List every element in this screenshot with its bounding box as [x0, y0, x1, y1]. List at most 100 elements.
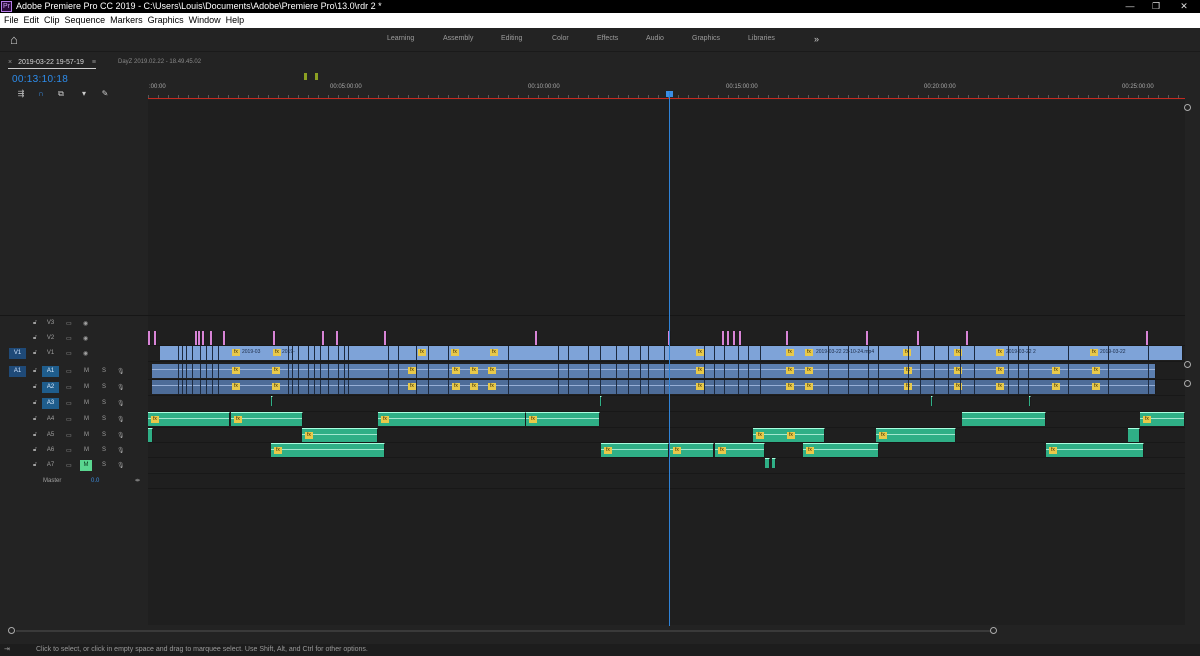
clip-edit-point[interactable]: [178, 364, 179, 378]
clip-edit-point[interactable]: [388, 364, 389, 378]
menu-markers[interactable]: Markers: [110, 13, 143, 28]
clip-edit-point[interactable]: [974, 346, 975, 360]
clip-edit-point[interactable]: [320, 346, 321, 360]
clip-edit-point[interactable]: [828, 346, 829, 360]
lock-icon[interactable]: 🔓︎: [33, 350, 37, 357]
track-a4[interactable]: fx fx fx fx fx: [148, 412, 1185, 428]
voiceover-mic-icon[interactable]: 🎙︎: [117, 384, 125, 391]
clip-edit-point[interactable]: [508, 346, 509, 360]
clip-edit-point[interactable]: [182, 346, 183, 360]
clip-edit-point[interactable]: [1108, 364, 1109, 378]
video-clip[interactable]: [866, 331, 869, 345]
audio-clip[interactable]: fx: [148, 412, 230, 426]
workspace-tab-color[interactable]: Color: [552, 35, 569, 42]
clip-edit-point[interactable]: [640, 346, 641, 360]
clip-edit-point[interactable]: [200, 364, 201, 378]
audio-clip[interactable]: fx fx fx fx fx fx fx fx fx fx fx fx fx f…: [152, 380, 1156, 394]
video-clip[interactable]: [722, 331, 725, 345]
audio-clip[interactable]: [600, 396, 602, 406]
sequence-tab-dayz[interactable]: DayZ 2019.02.22 - 18.49.45.02: [118, 59, 201, 65]
mute-button[interactable]: M: [84, 432, 89, 438]
clip-edit-point[interactable]: [558, 380, 559, 394]
clip-edit-point[interactable]: [338, 380, 339, 394]
clip-edit-point[interactable]: [218, 380, 219, 394]
audio-clip[interactable]: fx: [601, 443, 669, 457]
sync-lock-icon[interactable]: ▭: [66, 447, 72, 454]
audio-clip[interactable]: fx: [803, 443, 879, 457]
clip-edit-point[interactable]: [298, 346, 299, 360]
audio-clip[interactable]: fx: [670, 443, 714, 457]
clip-edit-point[interactable]: [704, 380, 705, 394]
video-clip[interactable]: [202, 331, 205, 345]
audio-clip[interactable]: fx: [1046, 443, 1144, 457]
vertical-scroll-handle[interactable]: [1184, 361, 1191, 368]
clip-edit-point[interactable]: [348, 380, 349, 394]
clip-edit-point[interactable]: [200, 380, 201, 394]
clip-edit-point[interactable]: [704, 364, 705, 378]
clip-edit-point[interactable]: [206, 380, 207, 394]
track-v1[interactable]: fx 2019-03 fx 2019- fx fx fx fx fx fx 20…: [148, 346, 1185, 362]
clip-edit-point[interactable]: [828, 380, 829, 394]
audio-clip[interactable]: [772, 458, 776, 468]
clip-edit-point[interactable]: [348, 364, 349, 378]
track-name[interactable]: V2: [42, 333, 59, 344]
audio-clip[interactable]: fx: [876, 428, 956, 442]
clip-edit-point[interactable]: [974, 380, 975, 394]
clip-edit-point[interactable]: [868, 380, 869, 394]
track-a5[interactable]: fx fx fx fx: [148, 428, 1185, 443]
eye-icon[interactable]: ◉: [83, 350, 88, 357]
clip-edit-point[interactable]: [1068, 346, 1069, 360]
clip-edit-point[interactable]: [960, 380, 961, 394]
insert-sequence-icon[interactable]: ⇶: [15, 88, 27, 100]
clip-edit-point[interactable]: [508, 364, 509, 378]
clip-edit-point[interactable]: [314, 346, 315, 360]
sync-lock-icon[interactable]: ▭: [66, 368, 72, 375]
clip-edit-point[interactable]: [292, 364, 293, 378]
workspace-tab-editing[interactable]: Editing: [501, 35, 522, 42]
track-a6[interactable]: fx fx fx fx fx fx: [148, 443, 1185, 458]
clip-edit-point[interactable]: [448, 380, 449, 394]
audio-clip[interactable]: fx: [1140, 412, 1185, 426]
clip-edit-point[interactable]: [664, 364, 665, 378]
clip-edit-point[interactable]: [448, 346, 449, 360]
audio-clip[interactable]: fx fx: [753, 428, 825, 442]
clip-edit-point[interactable]: [948, 364, 949, 378]
master-volume-value[interactable]: 0.0: [91, 478, 99, 484]
clip-edit-point[interactable]: [616, 364, 617, 378]
clip-edit-point[interactable]: [760, 364, 761, 378]
solo-button[interactable]: S: [102, 432, 106, 438]
scroll-bar-track[interactable]: [16, 630, 991, 632]
track-name[interactable]: V3: [42, 318, 59, 329]
clip-edit-point[interactable]: [298, 380, 299, 394]
voiceover-mic-icon[interactable]: 🎙︎: [117, 368, 125, 375]
menu-sequence[interactable]: Sequence: [65, 13, 106, 28]
clip-edit-point[interactable]: [344, 364, 345, 378]
clip-edit-point[interactable]: [600, 364, 601, 378]
minimize-button[interactable]: —: [1116, 0, 1144, 13]
playhead-timecode[interactable]: 00:13:10:18: [12, 74, 68, 85]
clip-edit-point[interactable]: [182, 364, 183, 378]
video-clip[interactable]: [733, 331, 736, 345]
audio-clip[interactable]: [148, 428, 153, 442]
solo-button[interactable]: S: [102, 368, 106, 374]
video-clip[interactable]: [154, 331, 157, 345]
clip-edit-point[interactable]: [748, 364, 749, 378]
clip-edit-point[interactable]: [292, 380, 293, 394]
clip-edit-point[interactable]: [934, 380, 935, 394]
menu-edit[interactable]: Edit: [24, 13, 40, 28]
video-clip[interactable]: [322, 331, 325, 345]
audio-clip[interactable]: [931, 396, 933, 406]
mute-button-active[interactable]: M: [80, 460, 92, 471]
clip-edit-point[interactable]: [398, 364, 399, 378]
sync-lock-icon[interactable]: ▭: [66, 335, 72, 342]
clip-edit-point[interactable]: [206, 364, 207, 378]
clip-edit-point[interactable]: [388, 380, 389, 394]
track-name[interactable]: A1: [42, 366, 59, 377]
eye-icon[interactable]: ◉: [83, 320, 88, 327]
mute-button[interactable]: M: [84, 447, 89, 453]
vertical-scroll-handle-top[interactable]: [1184, 104, 1191, 111]
clip-edit-point[interactable]: [616, 346, 617, 360]
clip-edit-point[interactable]: [600, 346, 601, 360]
workspace-tab-learning[interactable]: Learning: [387, 35, 414, 42]
collapse-master-icon[interactable]: ⇹: [135, 477, 140, 484]
